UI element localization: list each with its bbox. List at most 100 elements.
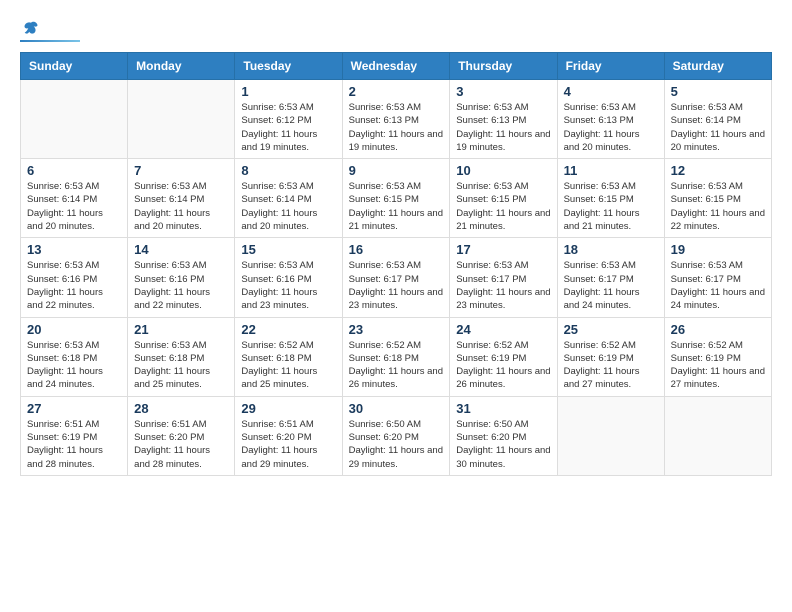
day-number: 19 — [671, 242, 765, 257]
day-info: Sunrise: 6:53 AMSunset: 6:16 PMDaylight:… — [27, 259, 121, 312]
calendar-cell — [664, 396, 771, 475]
calendar-cell: 5 Sunrise: 6:53 AMSunset: 6:14 PMDaylight… — [664, 80, 771, 159]
weekday-header: Sunday — [21, 53, 128, 80]
day-info: Sunrise: 6:53 AMSunset: 6:15 PMDaylight:… — [671, 180, 765, 233]
day-number: 20 — [27, 322, 121, 337]
day-info: Sunrise: 6:53 AMSunset: 6:17 PMDaylight:… — [564, 259, 658, 312]
calendar-cell: 17 Sunrise: 6:53 AMSunset: 6:17 PMDayligh… — [450, 238, 557, 317]
day-number: 15 — [241, 242, 335, 257]
day-info: Sunrise: 6:53 AMSunset: 6:15 PMDaylight:… — [349, 180, 444, 233]
calendar-table: SundayMondayTuesdayWednesdayThursdayFrid… — [20, 52, 772, 476]
day-number: 28 — [134, 401, 228, 416]
day-info: Sunrise: 6:52 AMSunset: 6:18 PMDaylight:… — [349, 339, 444, 392]
weekday-header: Tuesday — [235, 53, 342, 80]
calendar-cell: 3Sunrise: 6:53 AMSunset: 6:13 PMDaylight… — [450, 80, 557, 159]
calendar-cell — [128, 80, 235, 159]
calendar-week-row: 27 Sunrise: 6:51 AMSunset: 6:19 PMDayligh… — [21, 396, 772, 475]
day-number: 12 — [671, 163, 765, 178]
weekday-header: Friday — [557, 53, 664, 80]
logo-bird-icon — [22, 20, 40, 38]
calendar-cell: 14Sunrise: 6:53 AMSunset: 6:16 PMDayligh… — [128, 238, 235, 317]
day-info: Sunrise: 6:52 AMSunset: 6:19 PMDaylight:… — [564, 339, 658, 392]
calendar-cell: 8 Sunrise: 6:53 AMSunset: 6:14 PMDaylight… — [235, 159, 342, 238]
page-header — [20, 20, 772, 42]
calendar-cell: 1 Sunrise: 6:53 AMSunset: 6:12 PMDaylight… — [235, 80, 342, 159]
day-info: Sunrise: 6:53 AMSunset: 6:15 PMDaylight:… — [564, 180, 658, 233]
weekday-header: Thursday — [450, 53, 557, 80]
day-number: 30 — [349, 401, 444, 416]
day-number: 27 — [27, 401, 121, 416]
day-info: Sunrise: 6:53 AMSunset: 6:14 PMDaylight:… — [27, 180, 121, 233]
calendar-cell: 22Sunrise: 6:52 AMSunset: 6:18 PMDayligh… — [235, 317, 342, 396]
day-number: 21 — [134, 322, 228, 337]
calendar-cell: 23 Sunrise: 6:52 AMSunset: 6:18 PMDayligh… — [342, 317, 450, 396]
calendar-header-row: SundayMondayTuesdayWednesdayThursdayFrid… — [21, 53, 772, 80]
day-info: Sunrise: 6:52 AMSunset: 6:19 PMDaylight:… — [671, 339, 765, 392]
day-info: Sunrise: 6:52 AMSunset: 6:19 PMDaylight:… — [456, 339, 550, 392]
day-number: 23 — [349, 322, 444, 337]
calendar-cell: 7 Sunrise: 6:53 AMSunset: 6:14 PMDaylight… — [128, 159, 235, 238]
day-info: Sunrise: 6:53 AMSunset: 6:18 PMDaylight:… — [27, 339, 121, 392]
calendar-cell: 20 Sunrise: 6:53 AMSunset: 6:18 PMDayligh… — [21, 317, 128, 396]
calendar-week-row: 1 Sunrise: 6:53 AMSunset: 6:12 PMDaylight… — [21, 80, 772, 159]
day-info: Sunrise: 6:53 AMSunset: 6:17 PMDaylight:… — [671, 259, 765, 312]
calendar-cell: 11 Sunrise: 6:53 AMSunset: 6:15 PMDayligh… — [557, 159, 664, 238]
calendar-cell: 21Sunrise: 6:53 AMSunset: 6:18 PMDayligh… — [128, 317, 235, 396]
day-number: 4 — [564, 84, 658, 99]
day-number: 26 — [671, 322, 765, 337]
day-info: Sunrise: 6:53 AMSunset: 6:13 PMDaylight:… — [349, 101, 444, 154]
calendar-cell: 28 Sunrise: 6:51 AMSunset: 6:20 PMDayligh… — [128, 396, 235, 475]
calendar-cell: 30 Sunrise: 6:50 AMSunset: 6:20 PMDayligh… — [342, 396, 450, 475]
calendar-cell: 4 Sunrise: 6:53 AMSunset: 6:13 PMDaylight… — [557, 80, 664, 159]
weekday-header: Saturday — [664, 53, 771, 80]
day-info: Sunrise: 6:53 AMSunset: 6:14 PMDaylight:… — [671, 101, 765, 154]
calendar-week-row: 13 Sunrise: 6:53 AMSunset: 6:16 PMDayligh… — [21, 238, 772, 317]
day-number: 31 — [456, 401, 550, 416]
calendar-cell: 15Sunrise: 6:53 AMSunset: 6:16 PMDayligh… — [235, 238, 342, 317]
day-info: Sunrise: 6:53 AMSunset: 6:14 PMDaylight:… — [134, 180, 228, 233]
day-info: Sunrise: 6:53 AMSunset: 6:17 PMDaylight:… — [456, 259, 550, 312]
calendar-cell: 16 Sunrise: 6:53 AMSunset: 6:17 PMDayligh… — [342, 238, 450, 317]
day-number: 5 — [671, 84, 765, 99]
weekday-header: Monday — [128, 53, 235, 80]
day-info: Sunrise: 6:53 AMSunset: 6:13 PMDaylight:… — [456, 101, 550, 154]
day-number: 18 — [564, 242, 658, 257]
day-number: 8 — [241, 163, 335, 178]
day-info: Sunrise: 6:53 AMSunset: 6:13 PMDaylight:… — [564, 101, 658, 154]
day-number: 1 — [241, 84, 335, 99]
calendar-cell: 10 Sunrise: 6:53 AMSunset: 6:15 PMDayligh… — [450, 159, 557, 238]
day-number: 7 — [134, 163, 228, 178]
day-number: 17 — [456, 242, 550, 257]
calendar-cell: 19 Sunrise: 6:53 AMSunset: 6:17 PMDayligh… — [664, 238, 771, 317]
day-number: 25 — [564, 322, 658, 337]
day-info: Sunrise: 6:53 AMSunset: 6:14 PMDaylight:… — [241, 180, 335, 233]
day-info: Sunrise: 6:51 AMSunset: 6:19 PMDaylight:… — [27, 418, 121, 471]
calendar-week-row: 6 Sunrise: 6:53 AMSunset: 6:14 PMDaylight… — [21, 159, 772, 238]
calendar-cell: 27 Sunrise: 6:51 AMSunset: 6:19 PMDayligh… — [21, 396, 128, 475]
calendar-cell: 29Sunrise: 6:51 AMSunset: 6:20 PMDayligh… — [235, 396, 342, 475]
calendar-cell — [557, 396, 664, 475]
logo — [20, 20, 80, 42]
day-number: 24 — [456, 322, 550, 337]
day-info: Sunrise: 6:53 AMSunset: 6:16 PMDaylight:… — [134, 259, 228, 312]
day-number: 11 — [564, 163, 658, 178]
day-number: 16 — [349, 242, 444, 257]
weekday-header: Wednesday — [342, 53, 450, 80]
day-number: 13 — [27, 242, 121, 257]
calendar-cell: 31Sunrise: 6:50 AMSunset: 6:20 PMDayligh… — [450, 396, 557, 475]
day-info: Sunrise: 6:53 AMSunset: 6:12 PMDaylight:… — [241, 101, 335, 154]
calendar-cell: 24 Sunrise: 6:52 AMSunset: 6:19 PMDayligh… — [450, 317, 557, 396]
day-number: 6 — [27, 163, 121, 178]
calendar-cell: 9 Sunrise: 6:53 AMSunset: 6:15 PMDaylight… — [342, 159, 450, 238]
day-info: Sunrise: 6:50 AMSunset: 6:20 PMDaylight:… — [349, 418, 444, 471]
logo-divider — [20, 40, 80, 42]
day-number: 9 — [349, 163, 444, 178]
calendar-cell: 6 Sunrise: 6:53 AMSunset: 6:14 PMDaylight… — [21, 159, 128, 238]
day-info: Sunrise: 6:53 AMSunset: 6:15 PMDaylight:… — [456, 180, 550, 233]
day-info: Sunrise: 6:51 AMSunset: 6:20 PMDaylight:… — [134, 418, 228, 471]
calendar-cell — [21, 80, 128, 159]
day-number: 10 — [456, 163, 550, 178]
calendar-week-row: 20 Sunrise: 6:53 AMSunset: 6:18 PMDayligh… — [21, 317, 772, 396]
day-info: Sunrise: 6:53 AMSunset: 6:17 PMDaylight:… — [349, 259, 444, 312]
day-number: 22 — [241, 322, 335, 337]
